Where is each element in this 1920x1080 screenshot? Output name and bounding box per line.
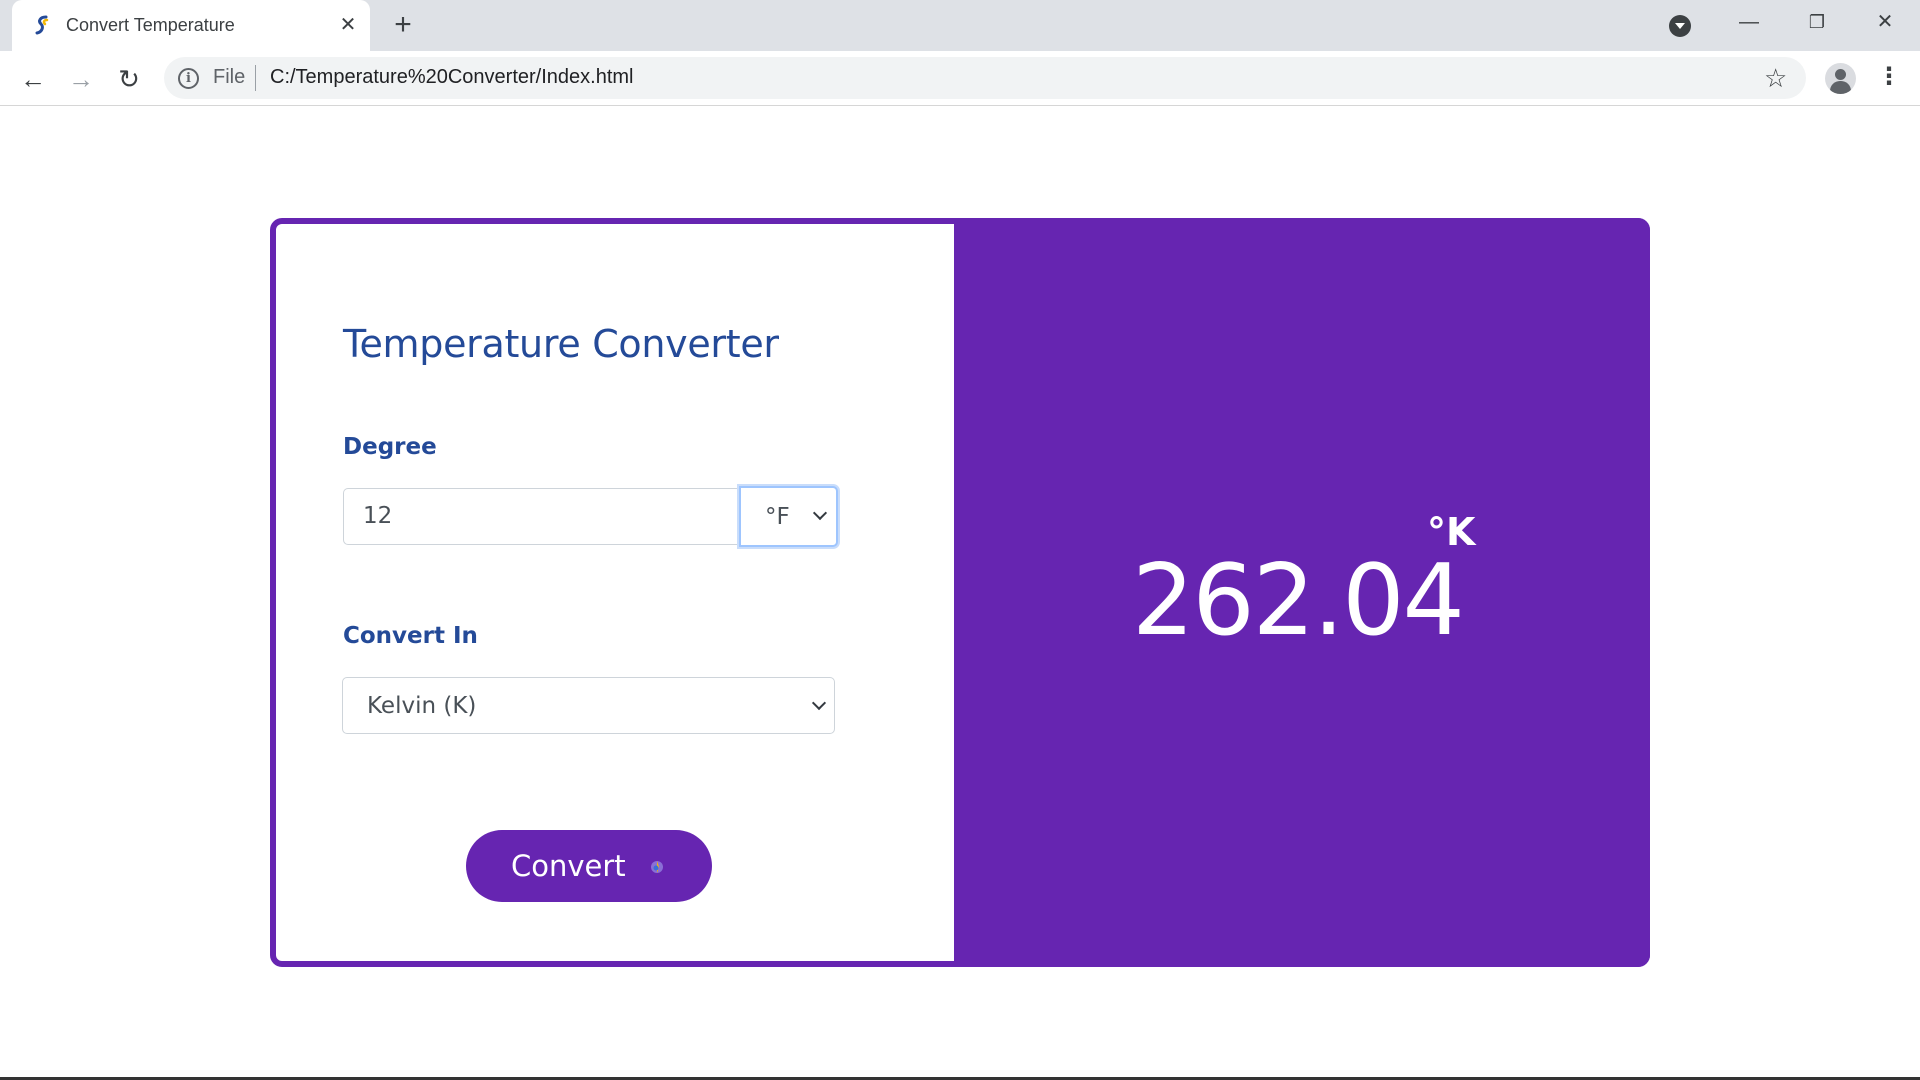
browser-menu-icon[interactable]: ⋮ (1877, 62, 1901, 94)
site-info-icon[interactable]: i (178, 68, 199, 89)
tab-close-icon[interactable]: ✕ (335, 12, 361, 38)
convert-button[interactable]: Convert (466, 830, 712, 902)
back-icon[interactable]: ← (16, 62, 50, 96)
thermometer-icon (651, 861, 663, 873)
tab-title: Convert Temperature (66, 15, 235, 35)
address-separator (255, 65, 256, 91)
result-unit: °K (1427, 510, 1476, 554)
convert-in-select[interactable]: Kelvin (K) (342, 677, 835, 734)
bookmark-star-icon[interactable]: ☆ (1764, 62, 1787, 94)
tab-search-icon[interactable] (1669, 15, 1691, 37)
convert-in-value: Kelvin (K) (367, 693, 477, 719)
from-unit-select[interactable]: °F (739, 486, 838, 547)
from-unit-value: °F (765, 504, 790, 530)
chevron-down-icon (812, 505, 828, 521)
reload-icon[interactable]: ↻ (112, 62, 146, 96)
chevron-down-icon (811, 695, 827, 711)
url-text[interactable]: C:/Temperature%20Converter/Index.html (270, 66, 634, 89)
result-value: 262.04 (1132, 544, 1465, 658)
convert-button-label: Convert (511, 849, 626, 883)
browser-tab[interactable]: Convert Temperature ✕ (12, 0, 370, 51)
minimize-icon[interactable]: — (1715, 0, 1783, 45)
favicon-icon (35, 15, 49, 35)
restore-icon[interactable]: ❐ (1783, 0, 1851, 45)
degree-label: Degree (343, 434, 437, 460)
scheme-label: File (213, 66, 246, 88)
window-close-icon[interactable]: ✕ (1851, 0, 1919, 45)
new-tab-icon[interactable]: + (388, 10, 418, 41)
degree-input[interactable]: 12 (343, 488, 741, 545)
page-title: Temperature Converter (343, 322, 779, 366)
forward-icon[interactable]: → (64, 62, 98, 96)
convert-in-label: Convert In (343, 623, 478, 649)
profile-avatar-icon[interactable] (1825, 63, 1856, 94)
